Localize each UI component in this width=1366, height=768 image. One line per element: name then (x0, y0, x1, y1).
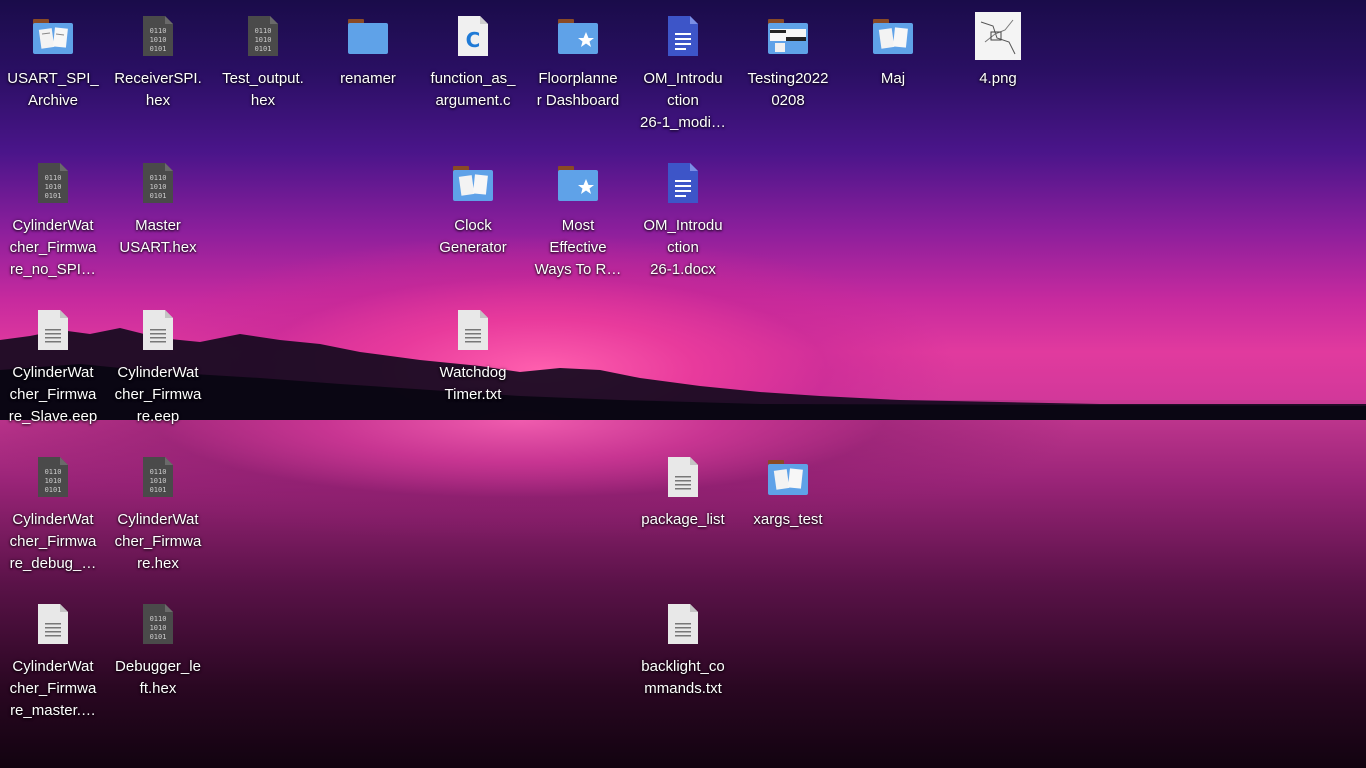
icon-label: 4.png (979, 70, 1017, 87)
desktop-icon-om-introduction-modified[interactable]: OM_Introdu ction 26-1_modi… (634, 4, 732, 134)
binary-file-icon: 0110 1010 0101 (134, 159, 182, 207)
icon-label: xargs_test (753, 511, 823, 528)
svg-text:1010: 1010 (150, 477, 167, 485)
svg-text:0101: 0101 (150, 486, 167, 494)
svg-text:0110: 0110 (150, 468, 167, 476)
desktop-icon-clock-generator[interactable]: Clock Generator (424, 151, 522, 259)
svg-text:0101: 0101 (150, 633, 167, 641)
desktop-icon-maj[interactable]: Maj (844, 4, 942, 90)
svg-text:0101: 0101 (150, 192, 167, 200)
icon-label: Watchdog Timer.txt (439, 364, 507, 403)
c-source-file-icon: C (449, 12, 497, 60)
folder-images-icon (764, 12, 812, 60)
icon-label: CylinderWat cher_Firmwa re.hex (114, 511, 202, 572)
image-thumbnail-icon (974, 12, 1022, 60)
folder-images-icon (29, 12, 77, 60)
binary-file-icon: 0110 1010 0101 (29, 159, 77, 207)
icon-label: Most Effective Ways To R… (534, 217, 622, 278)
icon-label: USART_SPI_ Archive (7, 70, 99, 109)
text-file-icon (29, 600, 77, 648)
desktop-icon-package-list[interactable]: package_list (634, 445, 732, 531)
desktop-icon-test-output-hex[interactable]: 0110 1010 0101 Test_output. hex (214, 4, 312, 112)
icon-label: Test_output. hex (222, 70, 304, 109)
folder-images-icon (449, 159, 497, 207)
svg-text:0110: 0110 (45, 468, 62, 476)
desktop-icon-floorplanner-dashboard[interactable]: Floorplanne r Dashboard (529, 4, 627, 112)
desktop-icon-backlight-commands[interactable]: backlight_co mmands.txt (634, 592, 732, 700)
svg-text:1010: 1010 (255, 36, 272, 44)
icon-label: Maj (880, 70, 906, 87)
desktop-icon-4-png[interactable]: 4.png (949, 4, 1047, 90)
text-file-icon (134, 306, 182, 354)
desktop-icon-watchdog-timer[interactable]: Watchdog Timer.txt (424, 298, 522, 406)
desktop-icon-cylinderwatcher-slave-eep[interactable]: CylinderWat cher_Firmwa re_Slave.eep (4, 298, 102, 428)
text-file-icon (659, 453, 707, 501)
folder-images-icon (764, 453, 812, 501)
folder-favorite-icon (554, 12, 602, 60)
desktop-icon-testing20220208[interactable]: Testing2022 0208 (739, 4, 837, 112)
desktop-icon-usart-spi-archive[interactable]: USART_SPI_ Archive (4, 4, 102, 112)
desktop-icon-cylinderwatcher-no-spi[interactable]: 0110 1010 0101 CylinderWat cher_Firmwa re_… (4, 151, 102, 281)
icon-label: renamer (340, 70, 396, 87)
icon-label: Floorplanne r Dashboard (536, 70, 620, 109)
desktop-icon-cylinderwatcher-hex[interactable]: 0110 1010 0101 CylinderWat cher_Firmwa re.… (109, 445, 207, 575)
svg-text:0101: 0101 (45, 192, 62, 200)
folder-images-icon (869, 12, 917, 60)
binary-file-icon: 0110 1010 0101 (134, 600, 182, 648)
desktop-icon-receiverspi-hex[interactable]: 0110 1010 0101 ReceiverSPI. hex (109, 4, 207, 112)
svg-text:0110: 0110 (150, 27, 167, 35)
desktop-icon-master-usart-hex[interactable]: 0110 1010 0101 Master USART.hex (109, 151, 207, 259)
icon-label: Testing2022 0208 (747, 70, 829, 109)
text-file-icon (29, 306, 77, 354)
desktop-icon-cylinderwatcher-eep[interactable]: CylinderWat cher_Firmwa re.eep (109, 298, 207, 428)
binary-file-icon: 0110 1010 0101 (29, 453, 77, 501)
folder-favorite-icon (554, 159, 602, 207)
icon-label: package_list (641, 511, 725, 528)
binary-file-icon: 0110 1010 0101 (239, 12, 287, 60)
binary-file-icon: 0110 1010 0101 (134, 453, 182, 501)
svg-text:C: C (466, 28, 481, 52)
desktop-icon-most-effective-ways[interactable]: Most Effective Ways To R… (529, 151, 627, 281)
icon-label: CylinderWat cher_Firmwa re_debug_… (9, 511, 97, 572)
binary-file-icon: 0110 1010 0101 (134, 12, 182, 60)
desktop-icon-cylinderwatcher-master[interactable]: CylinderWat cher_Firmwa re_master.… (4, 592, 102, 722)
text-file-icon (659, 600, 707, 648)
desktop-icon-function-as-argument[interactable]: C function_as_ argument.c (424, 4, 522, 112)
icon-label: CylinderWat cher_Firmwa re.eep (114, 364, 202, 425)
svg-text:0110: 0110 (150, 615, 167, 623)
svg-text:1010: 1010 (150, 183, 167, 191)
svg-text:1010: 1010 (45, 477, 62, 485)
icon-label: Clock Generator (439, 217, 507, 256)
svg-text:0110: 0110 (255, 27, 272, 35)
svg-text:1010: 1010 (45, 183, 62, 191)
svg-text:0101: 0101 (255, 45, 272, 53)
icon-label: Debugger_le ft.hex (115, 658, 201, 697)
svg-text:0110: 0110 (45, 174, 62, 182)
text-file-icon (449, 306, 497, 354)
icon-label: ReceiverSPI. hex (114, 70, 202, 109)
icon-label: OM_Introdu ction 26-1_modi… (640, 70, 726, 131)
icon-label: CylinderWat cher_Firmwa re_no_SPI… (9, 217, 97, 278)
document-icon (659, 12, 707, 60)
desktop-icon-debugger-left-hex[interactable]: 0110 1010 0101 Debugger_le ft.hex (109, 592, 207, 700)
icon-label: Master USART.hex (119, 217, 197, 256)
icon-label: function_as_ argument.c (430, 70, 516, 109)
icon-label: CylinderWat cher_Firmwa re_Slave.eep (8, 364, 98, 425)
svg-text:0101: 0101 (150, 45, 167, 53)
icon-label: CylinderWat cher_Firmwa re_master.… (9, 658, 97, 719)
desktop-icon-xargs-test[interactable]: xargs_test (739, 445, 837, 531)
document-icon (659, 159, 707, 207)
svg-text:1010: 1010 (150, 36, 167, 44)
svg-text:0110: 0110 (150, 174, 167, 182)
icon-label: OM_Introdu ction 26-1.docx (643, 217, 723, 278)
folder-icon (344, 12, 392, 60)
desktop-icon-cylinderwatcher-debug[interactable]: 0110 1010 0101 CylinderWat cher_Firmwa re_… (4, 445, 102, 575)
svg-text:1010: 1010 (150, 624, 167, 632)
desktop-icon-om-introduction-docx[interactable]: OM_Introdu ction 26-1.docx (634, 151, 732, 281)
icon-label: backlight_co mmands.txt (641, 658, 725, 697)
desktop-icon-renamer[interactable]: renamer (319, 4, 417, 90)
svg-text:0101: 0101 (45, 486, 62, 494)
